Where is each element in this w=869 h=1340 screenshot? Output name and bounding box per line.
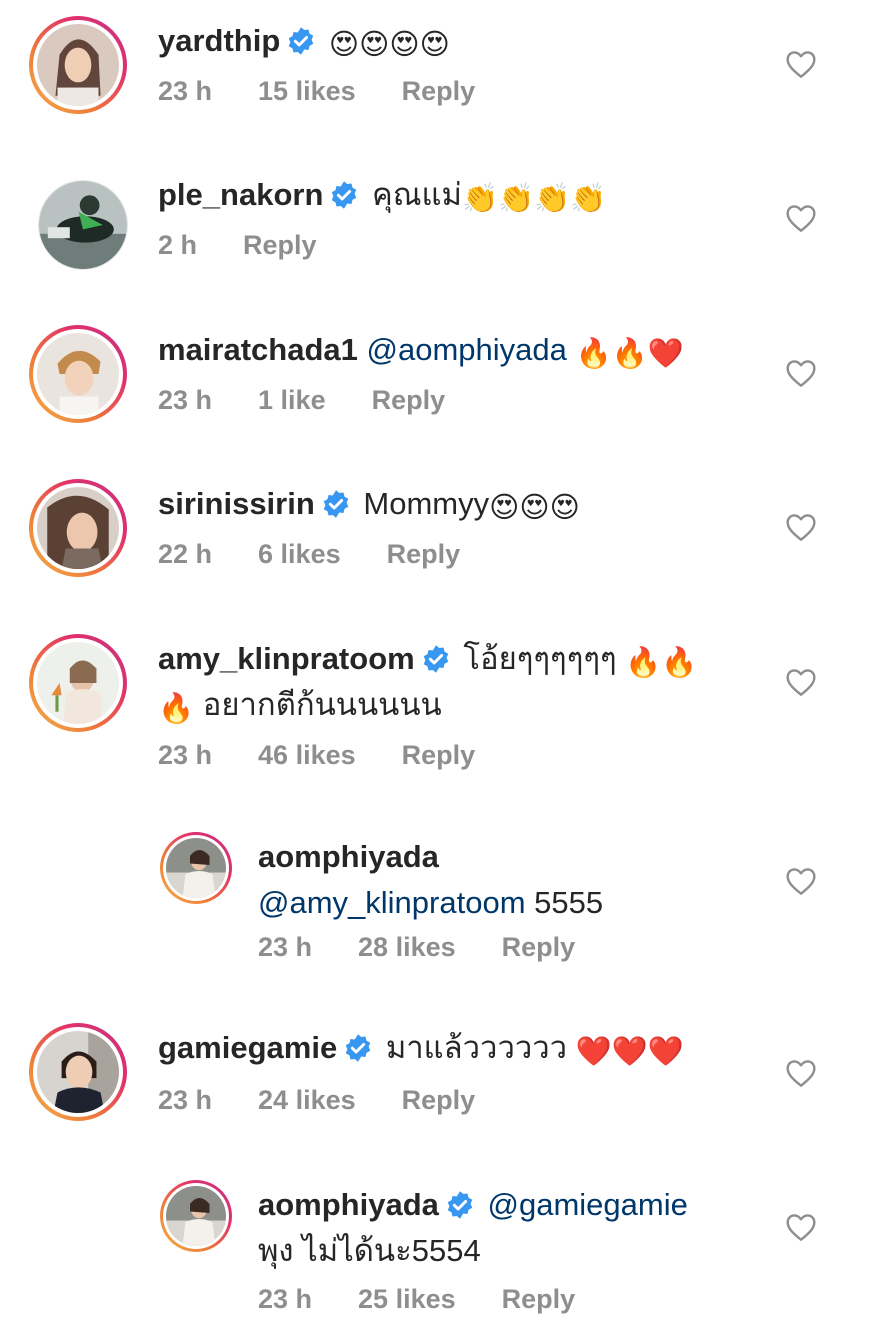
- like-heart-icon[interactable]: [785, 49, 817, 79]
- username[interactable]: gamiegamie: [158, 1030, 337, 1065]
- comment-meta: 22 h 6 likes Reply: [158, 539, 506, 570]
- comment-meta: 23 h 28 likes Reply: [258, 932, 621, 963]
- username[interactable]: yardthip: [158, 23, 280, 58]
- reply-button[interactable]: Reply: [387, 539, 461, 569]
- comment-body: ple_nakorn คุณแม่👏👏👏👏: [158, 172, 729, 218]
- emoji-text: 😍😍😍😍: [328, 27, 450, 61]
- comment-time: 2 h: [158, 230, 198, 260]
- likes-count[interactable]: 46 likes: [258, 740, 356, 770]
- like-heart-icon[interactable]: [785, 1212, 817, 1242]
- comment-body: yardthip 😍😍😍😍: [158, 18, 729, 64]
- comment-meta: 23 h 25 likes Reply: [258, 1284, 621, 1315]
- likes-count[interactable]: 1 like: [258, 385, 326, 415]
- like-heart-icon[interactable]: [785, 203, 817, 233]
- comment-time: 23 h: [158, 1085, 213, 1115]
- emoji-text: 😍😍😍: [489, 490, 580, 524]
- avatar[interactable]: [29, 16, 127, 114]
- avatar[interactable]: [160, 1180, 232, 1252]
- comment-time: 23 h: [158, 740, 213, 770]
- comment-text: โอ้ยๆๆๆๆๆๆ: [463, 641, 617, 676]
- like-heart-icon[interactable]: [785, 667, 817, 697]
- comment-text: พุง ไม่ได้นะ5554: [258, 1233, 481, 1268]
- comment-meta: 2 h Reply: [158, 230, 363, 261]
- comment-time: 23 h: [258, 932, 313, 962]
- likes-count[interactable]: 28 likes: [358, 932, 456, 962]
- emoji-text: ❤️❤️❤️: [575, 1034, 685, 1068]
- comment-meta: 23 h 46 likes Reply: [158, 740, 521, 771]
- reply-button[interactable]: Reply: [402, 740, 476, 770]
- username[interactable]: aomphiyada: [258, 839, 439, 874]
- comment-body: aomphiyada @gamiegamie พุง ไม่ได้นะ5554: [258, 1182, 729, 1274]
- comment-text-line2: อยากตีก้นนนนนน: [202, 687, 442, 722]
- emoji-text: 🔥🔥: [625, 645, 698, 679]
- username[interactable]: aomphiyada: [258, 1187, 439, 1222]
- emoji-text: 🔥🔥❤️: [575, 336, 684, 370]
- reply-button[interactable]: Reply: [402, 1085, 476, 1115]
- verified-badge-icon: [423, 645, 448, 673]
- username[interactable]: amy_klinpratoom: [158, 641, 415, 676]
- comment-time: 23 h: [258, 1284, 313, 1314]
- comment-time: 23 h: [158, 76, 213, 106]
- like-heart-icon[interactable]: [785, 866, 817, 896]
- avatar[interactable]: [29, 479, 127, 577]
- comment-body: amy_klinpratoom โอ้ยๆๆๆๆๆๆ 🔥🔥 🔥 อยากตีก้…: [158, 636, 729, 728]
- reply-button[interactable]: Reply: [502, 1284, 576, 1314]
- verified-badge-icon: [323, 490, 349, 518]
- reply-button[interactable]: Reply: [372, 385, 446, 415]
- verified-badge-icon: [447, 1191, 473, 1219]
- comment-body: aomphiyada @amy_klinpratoom 5555: [258, 834, 729, 926]
- like-heart-icon[interactable]: [785, 1058, 817, 1088]
- mention-link[interactable]: @gamiegamie: [488, 1187, 688, 1222]
- avatar[interactable]: [38, 180, 128, 270]
- like-heart-icon[interactable]: [785, 358, 817, 388]
- comment-text: คุณแม่: [372, 177, 462, 212]
- mention-link[interactable]: @aomphiyada: [367, 332, 567, 367]
- avatar[interactable]: [29, 634, 127, 732]
- comment-body: mairatchada1 @aomphiyada 🔥🔥❤️: [158, 327, 729, 373]
- avatar[interactable]: [160, 832, 232, 904]
- avatar[interactable]: [29, 325, 127, 423]
- avatar[interactable]: [29, 1023, 127, 1121]
- likes-count[interactable]: 24 likes: [258, 1085, 356, 1115]
- verified-badge-icon: [345, 1034, 371, 1062]
- comment-text: 5555: [534, 885, 604, 920]
- like-heart-icon[interactable]: [785, 512, 817, 542]
- comment-meta: 23 h 1 like Reply: [158, 385, 491, 416]
- likes-count[interactable]: 25 likes: [358, 1284, 456, 1314]
- username[interactable]: sirinissirin: [158, 486, 315, 521]
- emoji-text: 👏👏👏👏: [461, 181, 607, 215]
- comment-body: gamiegamie มาแล้วววววว ❤️❤️❤️: [158, 1025, 729, 1071]
- reply-button[interactable]: Reply: [502, 932, 576, 962]
- verified-badge-icon: [332, 181, 357, 209]
- comment-text: Mommyy: [363, 486, 490, 521]
- comment-time: 22 h: [158, 539, 213, 569]
- likes-count[interactable]: 15 likes: [258, 76, 356, 106]
- username[interactable]: mairatchada1: [158, 332, 358, 367]
- comment-body: sirinissirin Mommyy😍😍😍: [158, 481, 729, 527]
- username[interactable]: ple_nakorn: [158, 177, 323, 212]
- mention-link[interactable]: @amy_klinpratoom: [258, 885, 526, 920]
- emoji-text: 🔥: [158, 691, 195, 725]
- comment-text: มาแล้วววววว: [385, 1030, 568, 1065]
- reply-button[interactable]: Reply: [402, 76, 476, 106]
- comment-meta: 23 h 24 likes Reply: [158, 1085, 521, 1116]
- comment-meta: 23 h 15 likes Reply: [158, 76, 521, 107]
- reply-button[interactable]: Reply: [243, 230, 317, 260]
- comment-time: 23 h: [158, 385, 213, 415]
- likes-count[interactable]: 6 likes: [258, 539, 341, 569]
- verified-badge-icon: [289, 27, 314, 55]
